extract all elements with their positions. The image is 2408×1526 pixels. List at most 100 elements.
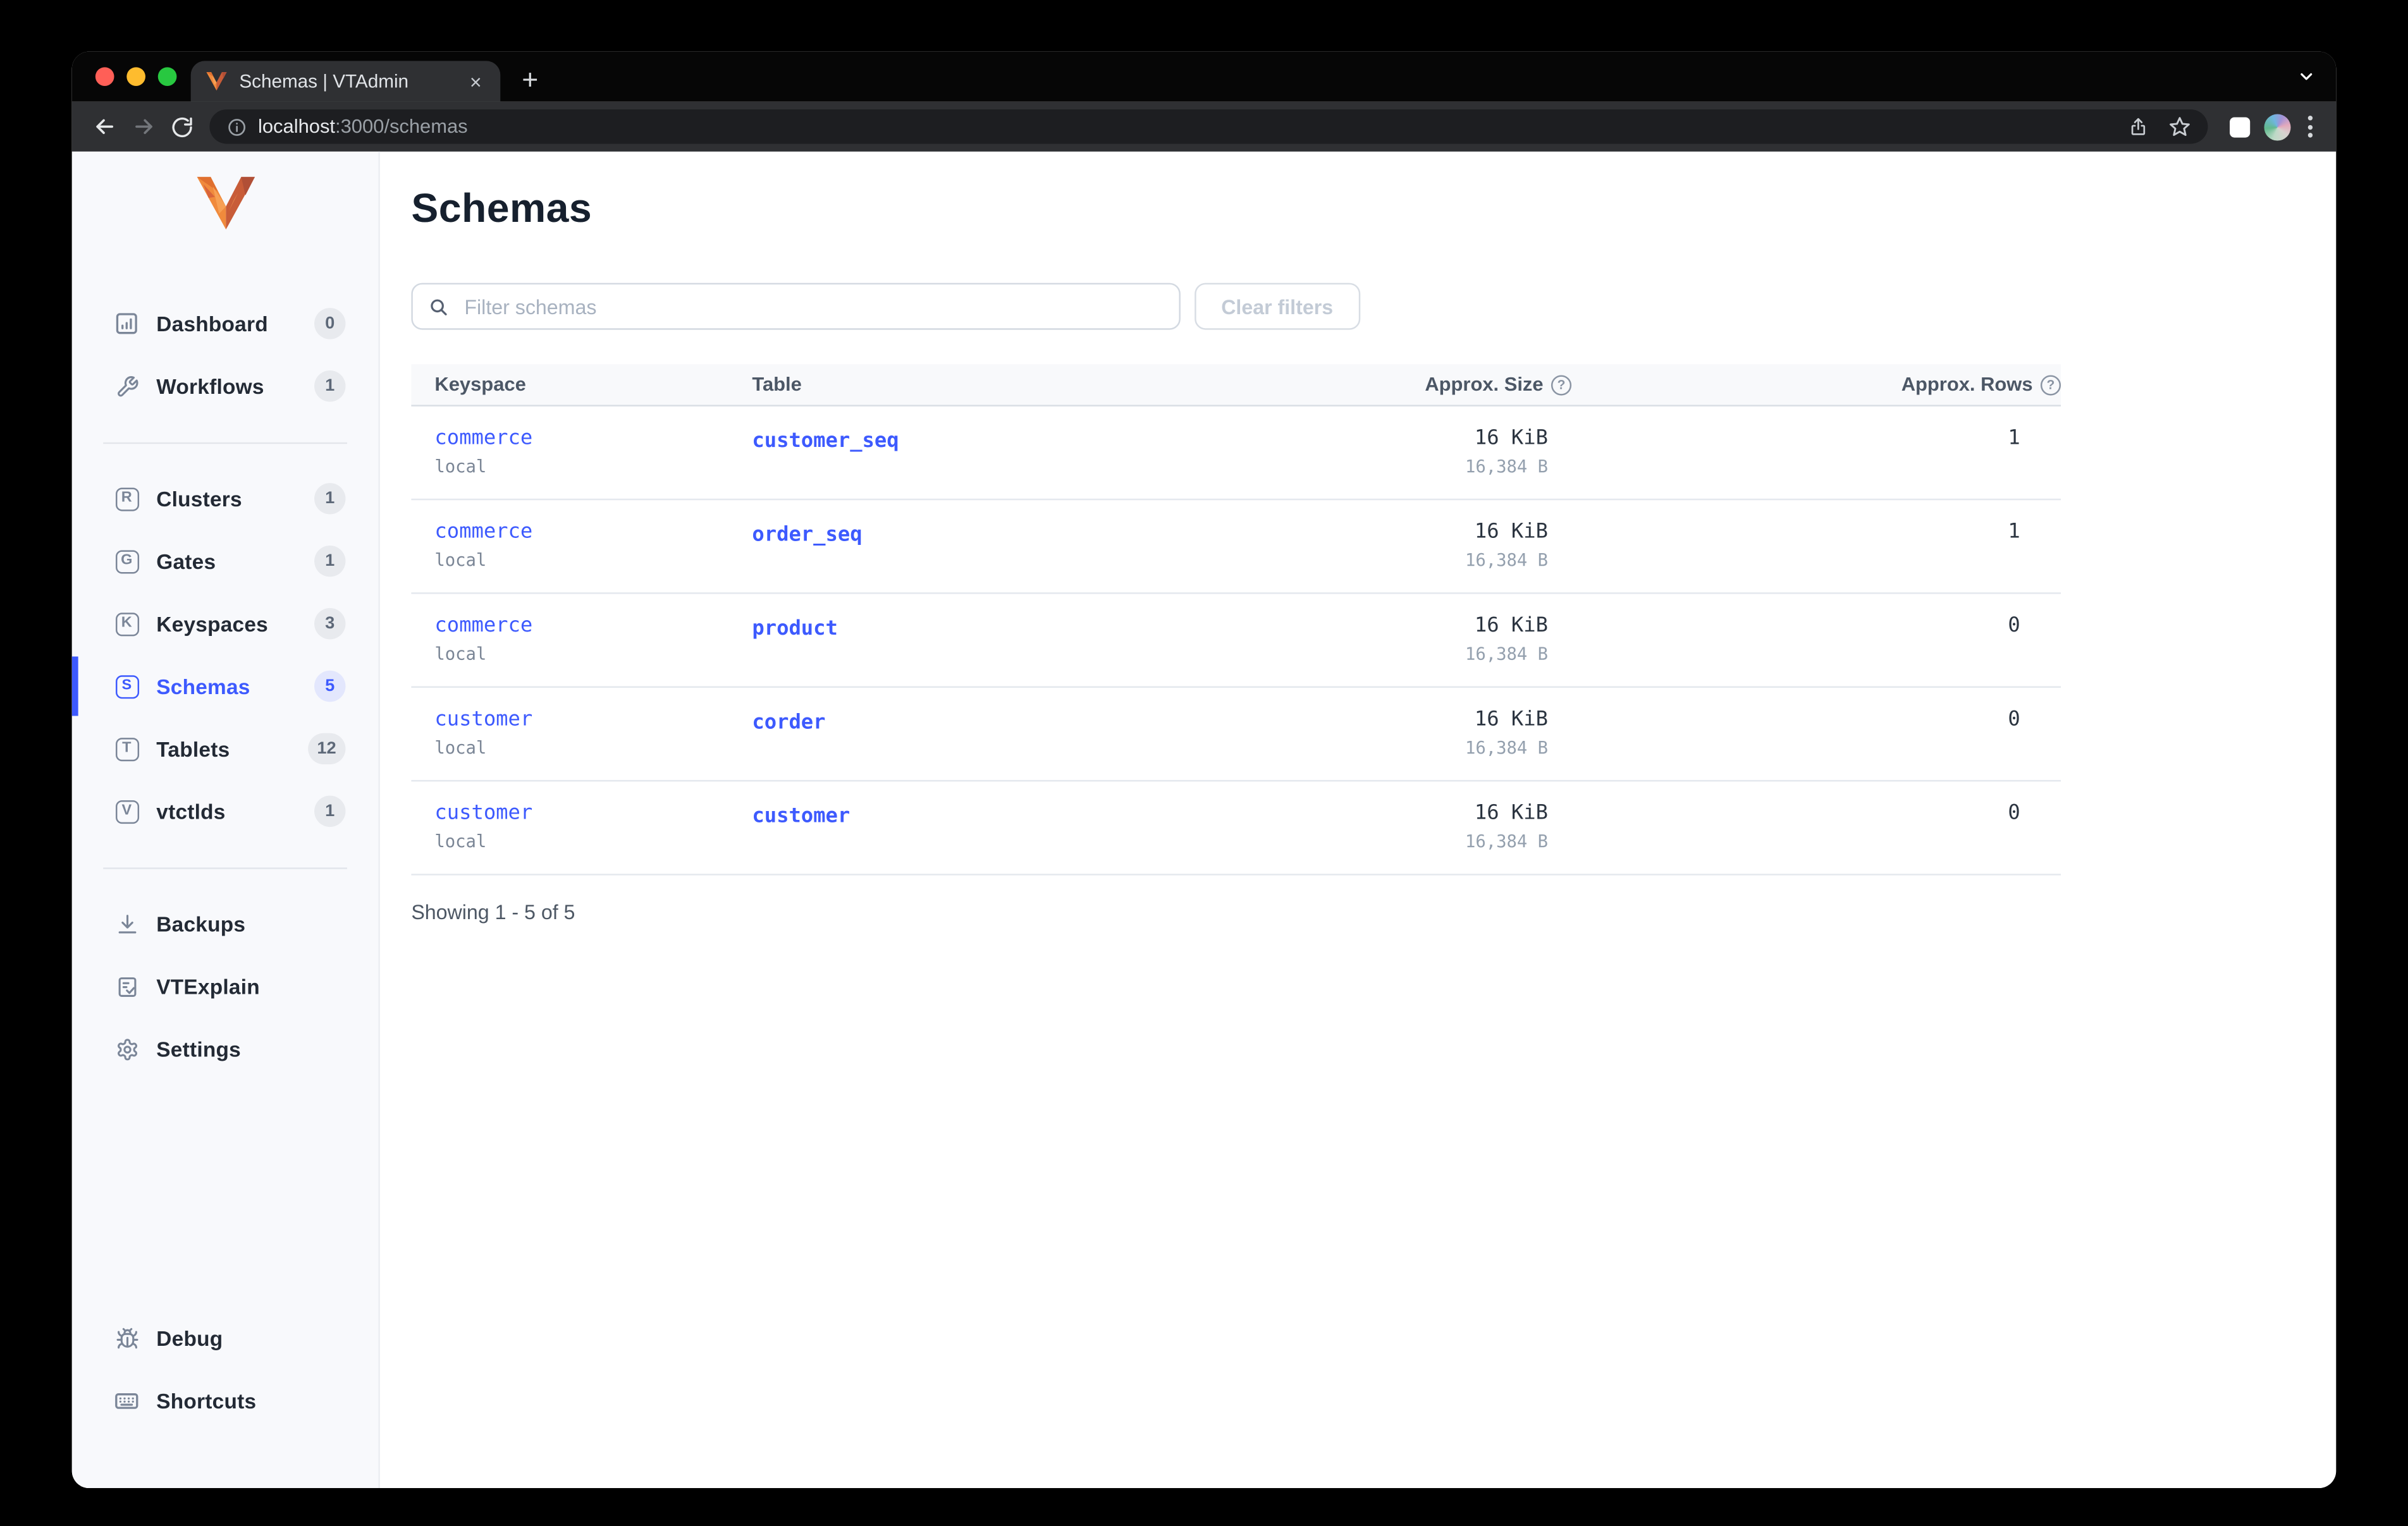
keyspace-link[interactable]: commerce	[434, 520, 752, 546]
keyspace-link[interactable]: customer	[434, 802, 752, 827]
approx-size-value: 16 KiB	[1474, 427, 1548, 451]
tab-strip: Schemas | VTAdmin × +	[71, 51, 2337, 102]
count-badge: 1	[314, 795, 346, 827]
url-path: :3000/schemas	[335, 115, 468, 138]
url-bar[interactable]: localhost:3000/schemas	[209, 109, 2208, 144]
sidebar-item-schemas[interactable]: S Schemas 5	[71, 655, 379, 717]
sidebar-item-keyspaces[interactable]: K Keyspaces 3	[72, 592, 379, 655]
minimize-window-button[interactable]	[126, 67, 145, 86]
help-icon[interactable]: ?	[2040, 374, 2061, 395]
table-row: commerce local order_seq 16 KiB 16,384 B…	[411, 500, 2061, 594]
close-tab-icon[interactable]: ×	[467, 68, 485, 95]
sidebar-item-label: Shortcuts	[156, 1389, 257, 1413]
count-badge: 1	[314, 545, 346, 577]
sidebar-divider	[103, 442, 347, 444]
sidebar-nav-main: Dashboard 0 Workflows 1	[72, 292, 379, 417]
close-window-button[interactable]	[95, 67, 114, 86]
column-header-approx-size: Approx. Size ?	[1165, 374, 1572, 396]
active-indicator	[71, 656, 78, 716]
tablets-letter-icon: T	[114, 736, 138, 760]
table-link[interactable]: customer_seq	[752, 430, 899, 453]
approx-size-value: 16 KiB	[1474, 614, 1548, 638]
sidebar-item-vtctlds[interactable]: V vtctlds 1	[72, 780, 379, 843]
vitess-logo	[196, 176, 254, 230]
sidebar-item-settings[interactable]: Settings	[72, 1018, 379, 1080]
bookmark-star-icon[interactable]	[2169, 116, 2191, 138]
new-tab-button[interactable]: +	[513, 63, 547, 97]
sidebar-item-label: VTExplain	[156, 974, 260, 998]
schemas-letter-icon: S	[114, 674, 138, 699]
approx-size-value: 16 KiB	[1474, 708, 1548, 732]
keyspace-link[interactable]: commerce	[434, 614, 752, 640]
cluster-label: local	[434, 738, 487, 759]
sidebar-item-dashboard[interactable]: Dashboard 0	[72, 292, 379, 355]
sidebar-item-tablets[interactable]: T Tablets 12	[72, 717, 379, 780]
dashboard-chart-icon	[114, 311, 140, 336]
approx-size-value: 16 KiB	[1474, 520, 1548, 544]
table-link[interactable]: product	[752, 618, 837, 641]
clear-filters-button[interactable]: Clear filters	[1195, 283, 1360, 330]
sidebar-item-vtexplain[interactable]: VTExplain	[72, 955, 379, 1018]
profile-avatar[interactable]	[2264, 113, 2291, 140]
zoom-window-button[interactable]	[157, 67, 177, 86]
count-badge: 5	[314, 670, 346, 702]
keyspace-link[interactable]: commerce	[434, 427, 752, 452]
count-badge: 3	[314, 607, 346, 640]
favicon-vitess-icon	[206, 71, 227, 91]
table-link[interactable]: order_seq	[752, 523, 862, 547]
gates-letter-icon: G	[114, 549, 138, 573]
count-badge: 12	[307, 733, 346, 765]
forward-icon[interactable]	[123, 107, 163, 146]
url-text: localhost:3000/schemas	[258, 116, 468, 138]
table-link[interactable]: corder	[752, 711, 825, 735]
sidebar-item-gates[interactable]: G Gates 1	[72, 530, 379, 592]
keyspace-link[interactable]: customer	[434, 708, 752, 733]
table-row: customer local corder 16 KiB 16,384 B 0	[411, 688, 2061, 782]
sidebar-item-shortcuts[interactable]: Shortcuts	[72, 1369, 379, 1432]
size-bytes-value: 16,384 B	[1465, 831, 1548, 852]
sidebar-item-workflows[interactable]: Workflows 1	[72, 355, 379, 417]
site-info-icon[interactable]	[227, 116, 247, 137]
browser-tab[interactable]: Schemas | VTAdmin ×	[190, 61, 501, 102]
count-badge: 0	[314, 308, 346, 339]
schemas-table: Keyspace Table Approx. Size ? Approx. Ro…	[411, 364, 2061, 876]
sidebar-item-label: Schemas	[156, 674, 250, 699]
share-icon[interactable]	[2128, 116, 2148, 138]
count-badge: 1	[314, 483, 346, 515]
url-host: localhost	[257, 115, 336, 138]
column-header-keyspace: Keyspace	[434, 373, 526, 396]
extension-icon[interactable]	[2230, 116, 2251, 137]
vtadmin-app: Dashboard 0 Workflows 1 R Clusters 1 G G…	[71, 151, 2337, 1489]
table-header-row: Keyspace Table Approx. Size ? Approx. Ro…	[411, 364, 2061, 406]
filter-row: Clear filters	[411, 283, 2336, 330]
filter-search-box[interactable]	[411, 283, 1181, 330]
help-icon[interactable]: ?	[1551, 374, 1572, 395]
sidebar-item-label: Clusters	[156, 487, 242, 511]
sidebar-item-clusters[interactable]: R Clusters 1	[72, 467, 379, 530]
column-header-table: Table	[752, 373, 802, 396]
sidebar-item-label: Debug	[156, 1326, 223, 1350]
sidebar-item-label: Keyspaces	[156, 612, 268, 636]
approx-rows-value: 0	[2008, 708, 2020, 732]
document-check-icon	[114, 974, 140, 999]
filter-schemas-input[interactable]	[461, 293, 1164, 320]
sidebar-item-label: vtctlds	[156, 799, 226, 823]
tab-search-chevron-icon[interactable]	[2297, 67, 2316, 86]
vtctlds-letter-icon: V	[114, 799, 138, 823]
browser-menu-icon[interactable]	[2305, 109, 2316, 143]
sidebar-divider	[103, 867, 347, 869]
sidebar-nav-cluster: R Clusters 1 G Gates 1 K Keyspaces 3 S S…	[71, 467, 379, 843]
clusters-letter-icon: R	[114, 487, 138, 511]
count-badge: 1	[314, 370, 346, 402]
size-bytes-value: 16,384 B	[1465, 738, 1548, 759]
cluster-label: local	[434, 644, 487, 664]
sidebar-item-debug[interactable]: Debug	[72, 1307, 379, 1369]
back-icon[interactable]	[85, 107, 124, 146]
sidebar-item-backups[interactable]: Backups	[72, 893, 379, 955]
table-link[interactable]: customer	[752, 805, 850, 828]
approx-rows-value: 0	[2008, 614, 2020, 638]
size-bytes-value: 16,384 B	[1465, 456, 1548, 477]
results-count: Showing 1 - 5 of 5	[411, 900, 575, 924]
cluster-label: local	[434, 456, 487, 477]
reload-icon[interactable]	[163, 107, 202, 146]
